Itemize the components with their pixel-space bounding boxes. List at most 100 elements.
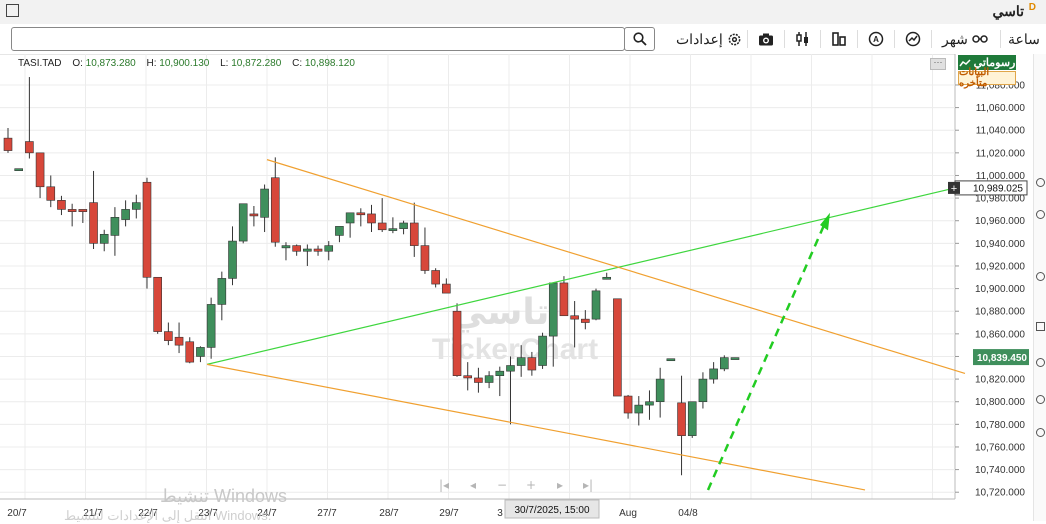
chart-toolbar: إعدادات A شهر ساعة <box>0 24 1046 55</box>
svg-text:A: A <box>873 35 879 44</box>
maximize-icon[interactable] <box>6 4 19 17</box>
candle-body <box>709 368 718 380</box>
candle-body <box>228 240 237 279</box>
settings-label: إعدادات <box>676 30 723 47</box>
strip-tool-icon[interactable] <box>1036 428 1045 437</box>
period-label: شهر <box>942 30 968 47</box>
y-tick-label: 10,780.000 <box>975 420 1025 431</box>
candle-body <box>527 357 537 371</box>
candle-body <box>687 401 697 436</box>
ohlc-readout: TASI.TAD O: 10,873.280 H: 10,900.130 L: … <box>18 58 355 69</box>
x-tick-label: 3 <box>497 508 503 519</box>
chart-type-button[interactable] <box>831 27 847 51</box>
y-tick-label: 10,720.000 <box>975 488 1025 499</box>
nav-control[interactable]: |◂ <box>439 478 449 492</box>
y-tick-label: 11,060.000 <box>976 103 1026 114</box>
candle-body <box>516 357 526 366</box>
candle-body <box>324 245 334 252</box>
candle-body <box>46 186 56 201</box>
candle-body <box>335 226 344 236</box>
chart-options-button[interactable]: ··· <box>930 58 946 70</box>
auto-icon: A <box>868 31 884 47</box>
y-tick-label: 10,940.000 <box>975 239 1025 250</box>
candle-body <box>570 315 579 320</box>
windows-activation-subtext: انتقل إلى الإعدادات لتنشيط Windows. <box>64 508 272 523</box>
low-value: 10,872.280 <box>231 58 282 69</box>
candle-body <box>559 282 569 317</box>
candle-body <box>164 331 173 341</box>
candle-body <box>645 401 654 406</box>
strip-tool-icon[interactable] <box>1036 358 1045 367</box>
y-tick-label: 10,760.000 <box>975 442 1025 453</box>
strip-tool-icon[interactable] <box>1036 272 1045 281</box>
y-tick-label: 10,820.000 <box>975 375 1025 386</box>
candle-body <box>495 370 505 376</box>
y-tick-label: 11,000.000 <box>976 171 1026 182</box>
candle-body <box>14 168 23 171</box>
strip-tool-icon[interactable] <box>1036 395 1045 404</box>
nav-control[interactable]: + <box>526 478 536 492</box>
candle-body <box>698 378 708 403</box>
candle-body <box>67 209 77 212</box>
candle-body <box>431 270 440 285</box>
candle-body <box>131 202 141 210</box>
candle-body <box>313 248 323 252</box>
candle-body <box>57 200 66 210</box>
candle-body <box>506 365 515 372</box>
settings-button[interactable]: إعدادات <box>676 27 742 51</box>
candle-body <box>367 213 376 224</box>
search-button[interactable] <box>624 27 655 51</box>
y-tick-label: 10,800.000 <box>975 397 1025 408</box>
candlestick-chart[interactable]: 11,080.00011,060.00011,040.00011,020.000… <box>0 54 1033 521</box>
candle-body <box>409 222 419 246</box>
nav-control[interactable]: ◂ <box>470 478 476 492</box>
y-tick-label: 11,020.000 <box>976 148 1026 159</box>
chart-area[interactable]: 11,080.000 11,060.000 11,040.000 11,020.000… <box>0 54 1046 521</box>
candle-body <box>548 282 558 337</box>
candle-body <box>217 278 227 305</box>
close-value: 10,898.120 <box>304 58 355 69</box>
projection-arrowhead <box>820 212 830 231</box>
candle-body <box>399 222 408 229</box>
candle-body <box>185 341 195 363</box>
nav-control[interactable]: ▸ <box>557 478 563 492</box>
candle-body <box>463 375 473 379</box>
candle-body <box>3 137 13 151</box>
auto-scale-button[interactable]: A <box>868 27 884 51</box>
candle-body <box>613 298 622 397</box>
compare-button[interactable] <box>905 27 921 51</box>
candle-body <box>623 395 633 414</box>
candle-body <box>196 347 205 357</box>
projection-arrow <box>706 220 828 491</box>
indicators-button[interactable] <box>795 27 811 51</box>
screenshot-button[interactable] <box>758 27 774 51</box>
indicators-icon <box>796 32 808 46</box>
x-tick-label: Aug <box>619 508 637 519</box>
candle-body <box>345 212 355 224</box>
candle-body <box>484 375 494 383</box>
candle-body <box>420 245 430 271</box>
nav-control[interactable]: − <box>497 478 507 492</box>
open-value: 10,873.280 <box>85 58 136 69</box>
candle-body <box>78 209 88 212</box>
high-value: 10,900.130 <box>159 58 210 69</box>
candle-body <box>238 203 248 242</box>
search-input[interactable] <box>11 27 625 51</box>
strip-tool-icon[interactable] <box>1036 210 1045 219</box>
y-tick-label: 10,960.000 <box>975 216 1025 227</box>
candle-body <box>591 290 601 320</box>
strip-tool-icon[interactable] <box>1036 178 1045 187</box>
period-selector[interactable]: شهر <box>942 27 988 51</box>
x-tick-label: 20/7 <box>7 508 27 519</box>
candle-body <box>121 209 130 220</box>
nav-control[interactable]: ▸| <box>583 478 593 492</box>
interval-selector[interactable]: ساعة <box>1008 27 1046 51</box>
green-line-price: 10,989.025 <box>973 183 1023 194</box>
candle-body <box>89 202 98 244</box>
strip-tool-icon[interactable] <box>1036 322 1045 331</box>
candle-body <box>666 358 676 362</box>
trend-line <box>206 363 866 491</box>
delayed-data-badge: البيانات متأخره <box>958 67 1016 89</box>
bar-chart-icon <box>832 32 846 46</box>
camera-icon <box>759 33 773 45</box>
